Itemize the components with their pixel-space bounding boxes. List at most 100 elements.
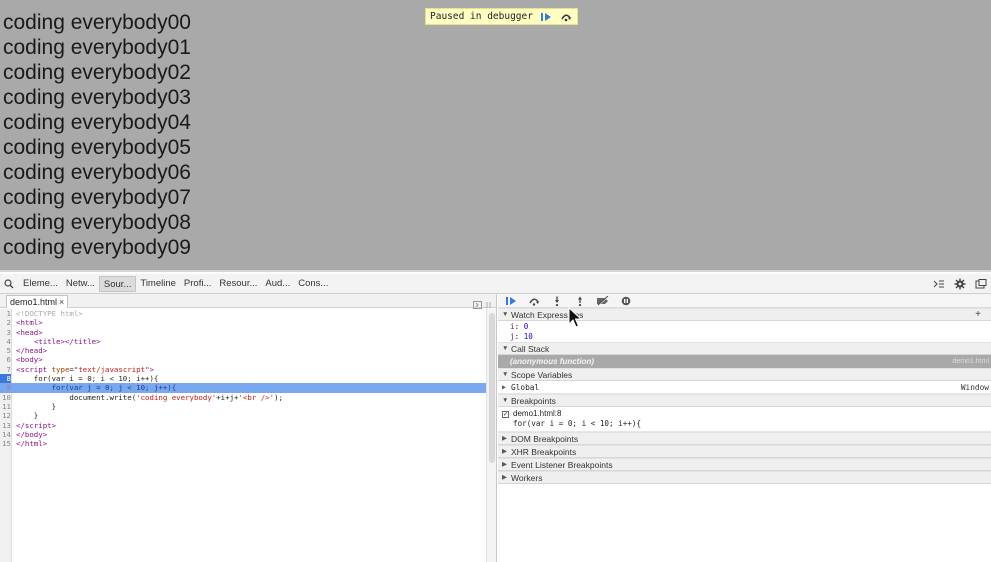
- code-line[interactable]: 6 <body>: [0, 355, 486, 364]
- watch-item[interactable]: j: 10: [510, 332, 991, 342]
- code-line[interactable]: 2 <html>: [0, 318, 486, 327]
- page-output-line: coding everybody08: [3, 211, 191, 234]
- code-editor[interactable]: 1 <!DOCTYPE html> 2 <html> 3 <head> 4 <title><…: [0, 309, 486, 562]
- code-text: </script>: [16, 420, 57, 430]
- watch-item-value: 10: [523, 331, 533, 341]
- editor-scrollbar[interactable]: [486, 309, 496, 562]
- breakpoints-title: Breakpoints: [511, 396, 556, 406]
- code-line-breakpoint[interactable]: 8 for(var i = 0; i < 10; i++){: [0, 374, 486, 384]
- breakpoint-item[interactable]: ✓ demo1.html:8 for(var i = 0; i < 10; i+…: [498, 407, 991, 432]
- page-output-line: coding everybody02: [3, 61, 191, 84]
- code-line[interactable]: 4 <title></title>: [0, 337, 486, 346]
- line-number[interactable]: 10: [0, 393, 11, 402]
- code-line[interactable]: 14 </body>: [0, 430, 486, 439]
- undock-icon[interactable]: [974, 277, 987, 290]
- code-line[interactable]: 10 document.write('coding everybody'+i+j…: [0, 393, 486, 402]
- devtools-tab[interactable]: Aud...: [261, 276, 294, 292]
- line-number[interactable]: 4: [0, 337, 11, 346]
- code-text: <!DOCTYPE html>: [16, 309, 83, 318]
- page-output: coding everybody00 coding everybody01 codi…: [3, 10, 191, 260]
- code-text: <head>: [16, 327, 43, 337]
- breakpoint-checkbox[interactable]: ✓: [502, 411, 509, 418]
- code-line[interactable]: 11 }: [0, 402, 486, 411]
- collapsed-section-title: XHR Breakpoints: [511, 446, 577, 457]
- code-line[interactable]: 1 <!DOCTYPE html>: [0, 309, 486, 318]
- step-over-icon[interactable]: [527, 295, 541, 307]
- code-line[interactable]: 12 }: [0, 411, 486, 420]
- line-number[interactable]: 13: [0, 421, 11, 430]
- file-tab-bar: demo1.html ×: [0, 294, 496, 309]
- breakpoints-header[interactable]: ▼ Breakpoints: [498, 394, 991, 407]
- watch-expressions-title: Watch Expressions: [511, 310, 584, 320]
- scope-global-row[interactable]: ▶ Global Window: [498, 381, 991, 394]
- line-number[interactable]: 15: [0, 439, 11, 448]
- search-icon[interactable]: [2, 277, 15, 290]
- expanded-triangle-icon: ▼: [502, 311, 509, 318]
- collapsed-section-header[interactable]: ▶ DOM Breakpoints: [498, 431, 991, 445]
- collapsed-section-header[interactable]: ▶ XHR Breakpoints: [498, 444, 991, 458]
- call-frame-location[interactable]: demo1.html: [952, 355, 989, 368]
- deactivate-breakpoints-icon[interactable]: [596, 295, 610, 307]
- line-number[interactable]: 5: [0, 346, 11, 355]
- page-output-line: coding everybody06: [3, 161, 191, 184]
- add-watch-button[interactable]: +: [975, 309, 981, 321]
- line-number[interactable]: 9: [0, 383, 11, 392]
- collapsed-section-header[interactable]: ▶ Event Listener Breakpoints: [498, 457, 991, 471]
- sources-editor-pane: demo1.html × 1 <!DOCTYPE html> 2 <html> 3 <hea…: [0, 294, 497, 562]
- settings-gear-icon[interactable]: [953, 277, 966, 290]
- watch-expressions-header[interactable]: ▼ Watch Expressions +: [498, 308, 991, 321]
- line-number[interactable]: 1: [0, 309, 11, 318]
- console-drawer-icon[interactable]: [932, 277, 945, 290]
- code-line[interactable]: 7 <script type="text/javascript">: [0, 365, 486, 374]
- step-out-icon[interactable]: [573, 295, 587, 307]
- collapsed-section-header[interactable]: ▶ Workers: [498, 470, 991, 484]
- call-frame-selected[interactable]: (anonymous function) demo1.html: [498, 355, 991, 368]
- code-line[interactable]: 5 </head>: [0, 346, 486, 355]
- call-stack-header[interactable]: ▼ Call Stack: [498, 342, 991, 355]
- code-text: <html>: [16, 318, 43, 328]
- code-line[interactable]: 15 </html>: [0, 439, 486, 448]
- close-icon[interactable]: ×: [59, 297, 64, 307]
- code-text: for(var j = 0; j < 10; j++){: [16, 383, 177, 393]
- code-line-current-execution[interactable]: 9 for(var j = 0; j < 10; j++){: [0, 383, 486, 393]
- expanded-triangle-icon: ▼: [502, 345, 509, 352]
- step-into-icon[interactable]: [550, 295, 564, 307]
- devtools-tab[interactable]: Timeline: [136, 276, 180, 292]
- line-number[interactable]: 12: [0, 411, 11, 420]
- line-number[interactable]: 2: [0, 318, 11, 327]
- step-over-icon[interactable]: [559, 11, 573, 23]
- line-number[interactable]: 7: [0, 365, 11, 374]
- code-text: </head>: [16, 346, 48, 356]
- breakpoint-marker[interactable]: 8: [0, 374, 11, 384]
- devtools-tab[interactable]: Eleme...: [19, 276, 62, 292]
- code-text: <title></title>: [33, 336, 101, 346]
- scrollbar-thumb[interactable]: [489, 313, 495, 463]
- devtools-tab[interactable]: Profi...: [180, 276, 215, 292]
- pause-on-exceptions-icon[interactable]: [619, 295, 633, 307]
- scope-variables-header[interactable]: ▼ Scope Variables: [498, 368, 991, 381]
- page-output-line: coding everybody05: [3, 136, 191, 159]
- watch-list: i: 0 j: 10: [498, 321, 991, 342]
- code-line[interactable]: 13 </script>: [0, 421, 486, 430]
- devtools-tab[interactable]: Cons...: [294, 276, 332, 292]
- debugger-sidebar: ▼ Watch Expressions + i: 0 j: 10 ▼ Call S…: [498, 294, 991, 562]
- devtools-tab[interactable]: Sour...: [98, 275, 137, 292]
- devtools-tab[interactable]: Resour...: [215, 276, 261, 292]
- watch-item[interactable]: i: 0: [510, 322, 991, 332]
- resume-icon[interactable]: [504, 295, 518, 307]
- line-number[interactable]: 3: [0, 328, 11, 337]
- file-tab-demo1[interactable]: demo1.html ×: [6, 295, 69, 308]
- expanded-triangle-icon: ▼: [502, 397, 509, 404]
- code-line[interactable]: 3 <head>: [0, 328, 486, 337]
- collapsed-triangle-icon: ▶: [502, 383, 506, 391]
- line-number[interactable]: 14: [0, 430, 11, 439]
- call-stack-title: Call Stack: [511, 344, 550, 354]
- watch-item-value: 0: [523, 322, 529, 331]
- line-number[interactable]: 11: [0, 402, 11, 411]
- devtools-tab[interactable]: Netw...: [62, 276, 99, 292]
- scope-global-label: Global: [511, 383, 540, 392]
- line-number[interactable]: 6: [0, 355, 11, 364]
- resume-icon[interactable]: [539, 11, 553, 23]
- code-text: document.write('coding everybody'+i+j+'<…: [16, 392, 283, 402]
- collapsed-triangle-icon: ▶: [502, 473, 507, 481]
